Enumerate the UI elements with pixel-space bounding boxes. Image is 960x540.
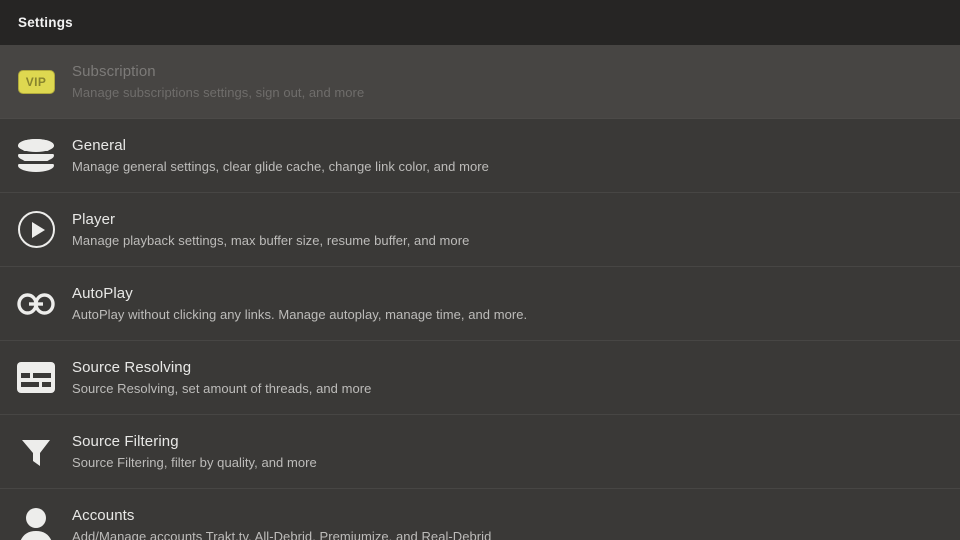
icon-cell — [0, 193, 72, 267]
settings-item-subtitle: Add/Manage accounts Trakt.tv, All-Debrid… — [72, 528, 492, 540]
icon-cell — [0, 489, 72, 540]
settings-item-subtitle: Source Filtering, filter by quality, and… — [72, 454, 317, 470]
text-cell: Accounts Add/Manage accounts Trakt.tv, A… — [72, 506, 491, 540]
settings-item-subtitle: Source Resolving, set amount of threads,… — [72, 380, 372, 396]
settings-item-title: Accounts — [72, 506, 135, 524]
text-cell: Player Manage playback settings, max buf… — [72, 210, 469, 250]
icon-cell — [0, 267, 72, 341]
settings-item-title: AutoPlay — [72, 284, 133, 302]
settings-item-source-filtering[interactable]: Source Filtering Source Filtering, filte… — [0, 415, 960, 489]
link-chain-icon — [16, 284, 56, 324]
card-list-icon — [16, 358, 56, 398]
text-cell: AutoPlay AutoPlay without clicking any l… — [72, 284, 527, 324]
settings-item-title: Player — [72, 210, 116, 228]
settings-item-subtitle: AutoPlay without clicking any links. Man… — [72, 306, 528, 322]
vip-badge-label: VIP — [25, 74, 47, 89]
text-cell: Subscription Manage subscriptions settin… — [72, 62, 364, 102]
settings-item-autoplay[interactable]: AutoPlay AutoPlay without clicking any l… — [0, 267, 960, 341]
text-cell: General Manage general settings, clear g… — [72, 136, 489, 176]
text-cell: Source Resolving Source Resolving, set a… — [72, 358, 371, 398]
settings-item-general[interactable]: General Manage general settings, clear g… — [0, 119, 960, 193]
database-stack-icon — [16, 136, 56, 176]
person-icon — [16, 506, 56, 540]
page-title: Settings — [18, 15, 73, 30]
funnel-filter-icon — [16, 432, 56, 472]
settings-item-subtitle: Manage subscriptions settings, sign out,… — [72, 84, 365, 100]
settings-list: VIP Subscription Manage subscriptions se… — [0, 45, 960, 540]
settings-item-accounts[interactable]: Accounts Add/Manage accounts Trakt.tv, A… — [0, 489, 960, 540]
play-circle-icon — [16, 210, 56, 250]
settings-item-title: General — [72, 136, 127, 154]
settings-item-subscription[interactable]: VIP Subscription Manage subscriptions se… — [0, 45, 960, 119]
settings-item-player[interactable]: Player Manage playback settings, max buf… — [0, 193, 960, 267]
settings-item-title: Source Filtering — [72, 432, 179, 450]
icon-cell — [0, 119, 72, 193]
app-header: Settings — [0, 0, 960, 45]
settings-item-subtitle: Manage general settings, clear glide cac… — [72, 158, 489, 174]
settings-item-title: Source Resolving — [72, 358, 192, 376]
icon-cell: VIP — [0, 45, 72, 119]
settings-item-title: Subscription — [72, 62, 156, 80]
icon-cell — [0, 341, 72, 415]
settings-item-subtitle: Manage playback settings, max buffer siz… — [72, 232, 470, 248]
settings-item-source-resolving[interactable]: Source Resolving Source Resolving, set a… — [0, 341, 960, 415]
settings-screen: Settings VIP Subscription Manage subscri… — [0, 0, 960, 540]
vip-badge-icon: VIP — [16, 62, 56, 102]
icon-cell — [0, 415, 72, 489]
text-cell: Source Filtering Source Filtering, filte… — [72, 432, 317, 472]
